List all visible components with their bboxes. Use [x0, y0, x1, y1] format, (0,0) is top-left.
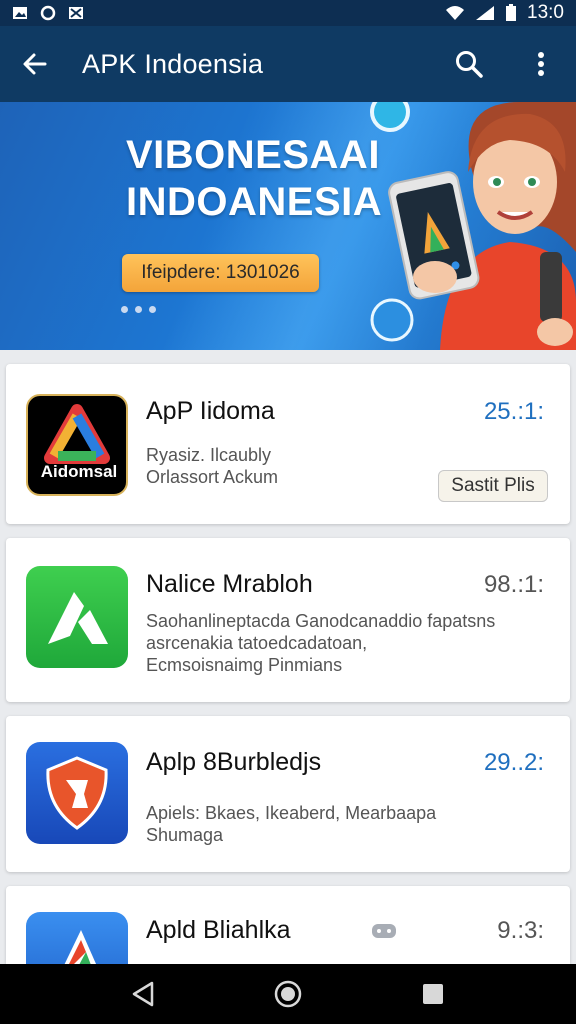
app-description-line: Ryasiz. Ilcaubly [146, 445, 272, 465]
promo-banner[interactable]: VIBONESAAI INDOANESIA Ifeipdere: 1301026 [0, 102, 576, 350]
app-description-line: asrcenakia tatoedcadatoan, [146, 633, 368, 653]
carousel-dot [121, 306, 128, 313]
sync-notification-icon [40, 5, 56, 21]
app-description-line: Apiels: Bkaes, Ikeaberd, Mearbaapa [146, 803, 437, 823]
signal-icon [476, 6, 495, 20]
app-description-line: Ecmsoisnaimg Pinmians [146, 655, 343, 675]
app-description: Ryasiz. Ilcaubly Orlassort Ackum [146, 444, 278, 488]
arrow-left-icon [23, 53, 47, 75]
app-card[interactable]: Aplp 8Burbledjs 29..2: Apiels: Bkaes, Ik… [6, 716, 570, 872]
banner-title-line1: VIBONESAAI [126, 133, 380, 177]
gallery-notification-icon [69, 7, 83, 19]
wifi-icon [446, 6, 465, 20]
nav-back-button[interactable] [126, 977, 160, 1011]
page-title: APK Indoensia [82, 48, 264, 79]
carousel-dot [149, 306, 156, 313]
app-description-line: Shumaga [146, 825, 224, 845]
back-button[interactable] [18, 47, 52, 81]
status-bar: 13:0 [0, 0, 576, 26]
install-button[interactable]: Sastit Plis [438, 470, 548, 502]
app-icon [26, 566, 128, 668]
app-card[interactable]: Aidomsal ApP Iidoma 25.:1: Ryasiz. Ilcau… [6, 364, 570, 524]
app-bar: APK Indoensia [0, 26, 576, 102]
app-icon [26, 742, 128, 844]
app-card[interactable]: Nalice Mrabloh 98.:1: Saohanlineptacda G… [6, 538, 570, 702]
square-recents-icon [423, 984, 444, 1004]
app-name: ApP Iidoma [146, 397, 275, 425]
banner-badge[interactable]: Ifeipdere: 1301026 [122, 254, 319, 292]
triangle-back-icon [132, 981, 153, 1007]
colorful-plane-logo-icon [64, 930, 97, 964]
search-icon [456, 51, 483, 78]
system-nav-bar [0, 964, 576, 1024]
app-icon-label: Aidomsal [40, 462, 118, 481]
search-button[interactable] [452, 47, 486, 81]
status-time: 13:0 [527, 2, 564, 23]
battery-icon [506, 4, 517, 21]
app-description-line: Saohanlineptacda Ganodcanaddio fapatsns [146, 611, 496, 631]
nav-home-button[interactable] [271, 977, 305, 1011]
banner-title-line2: INDOANESIA [126, 180, 383, 224]
green-arrow-logo-icon [48, 592, 108, 644]
app-rating: 25.:1: [483, 398, 544, 425]
image-notification-icon [13, 7, 27, 19]
app-name: Aplp 8Burbledjs [146, 748, 322, 776]
more-options-button[interactable] [524, 47, 558, 81]
app-icon: Aidomsal [26, 394, 128, 496]
app-card[interactable]: Apld Bliahlka 9.:3: [6, 886, 570, 964]
banner-illustration [370, 102, 576, 350]
floating-chat-icon [370, 102, 410, 132]
app-rating: 29..2: [483, 749, 544, 776]
app-description: Saohanlineptacda Ganodcanaddio fapatsns … [146, 610, 495, 676]
carousel-dots [121, 306, 156, 313]
shield-icon [46, 756, 108, 830]
app-name: Nalice Mrabloh [146, 570, 313, 598]
carousel-dot [135, 306, 142, 313]
floating-send-icon [370, 298, 414, 342]
app-name: Apld Bliahlka [146, 916, 291, 944]
app-rating: 9.:3: [497, 917, 544, 944]
circle-home-icon [274, 980, 302, 1008]
app-description: Apiels: Bkaes, Ikeaberd, Mearbaapa Shuma… [146, 802, 436, 846]
nav-recents-button[interactable] [416, 977, 450, 1011]
app-icon [26, 912, 128, 964]
game-controller-icon [372, 924, 396, 938]
app-rating: 98.:1: [483, 571, 544, 598]
more-vert-icon [538, 52, 544, 76]
banner-title: VIBONESAAI INDOANESIA [126, 132, 382, 226]
app-description-line: Orlassort Ackum [146, 467, 279, 487]
